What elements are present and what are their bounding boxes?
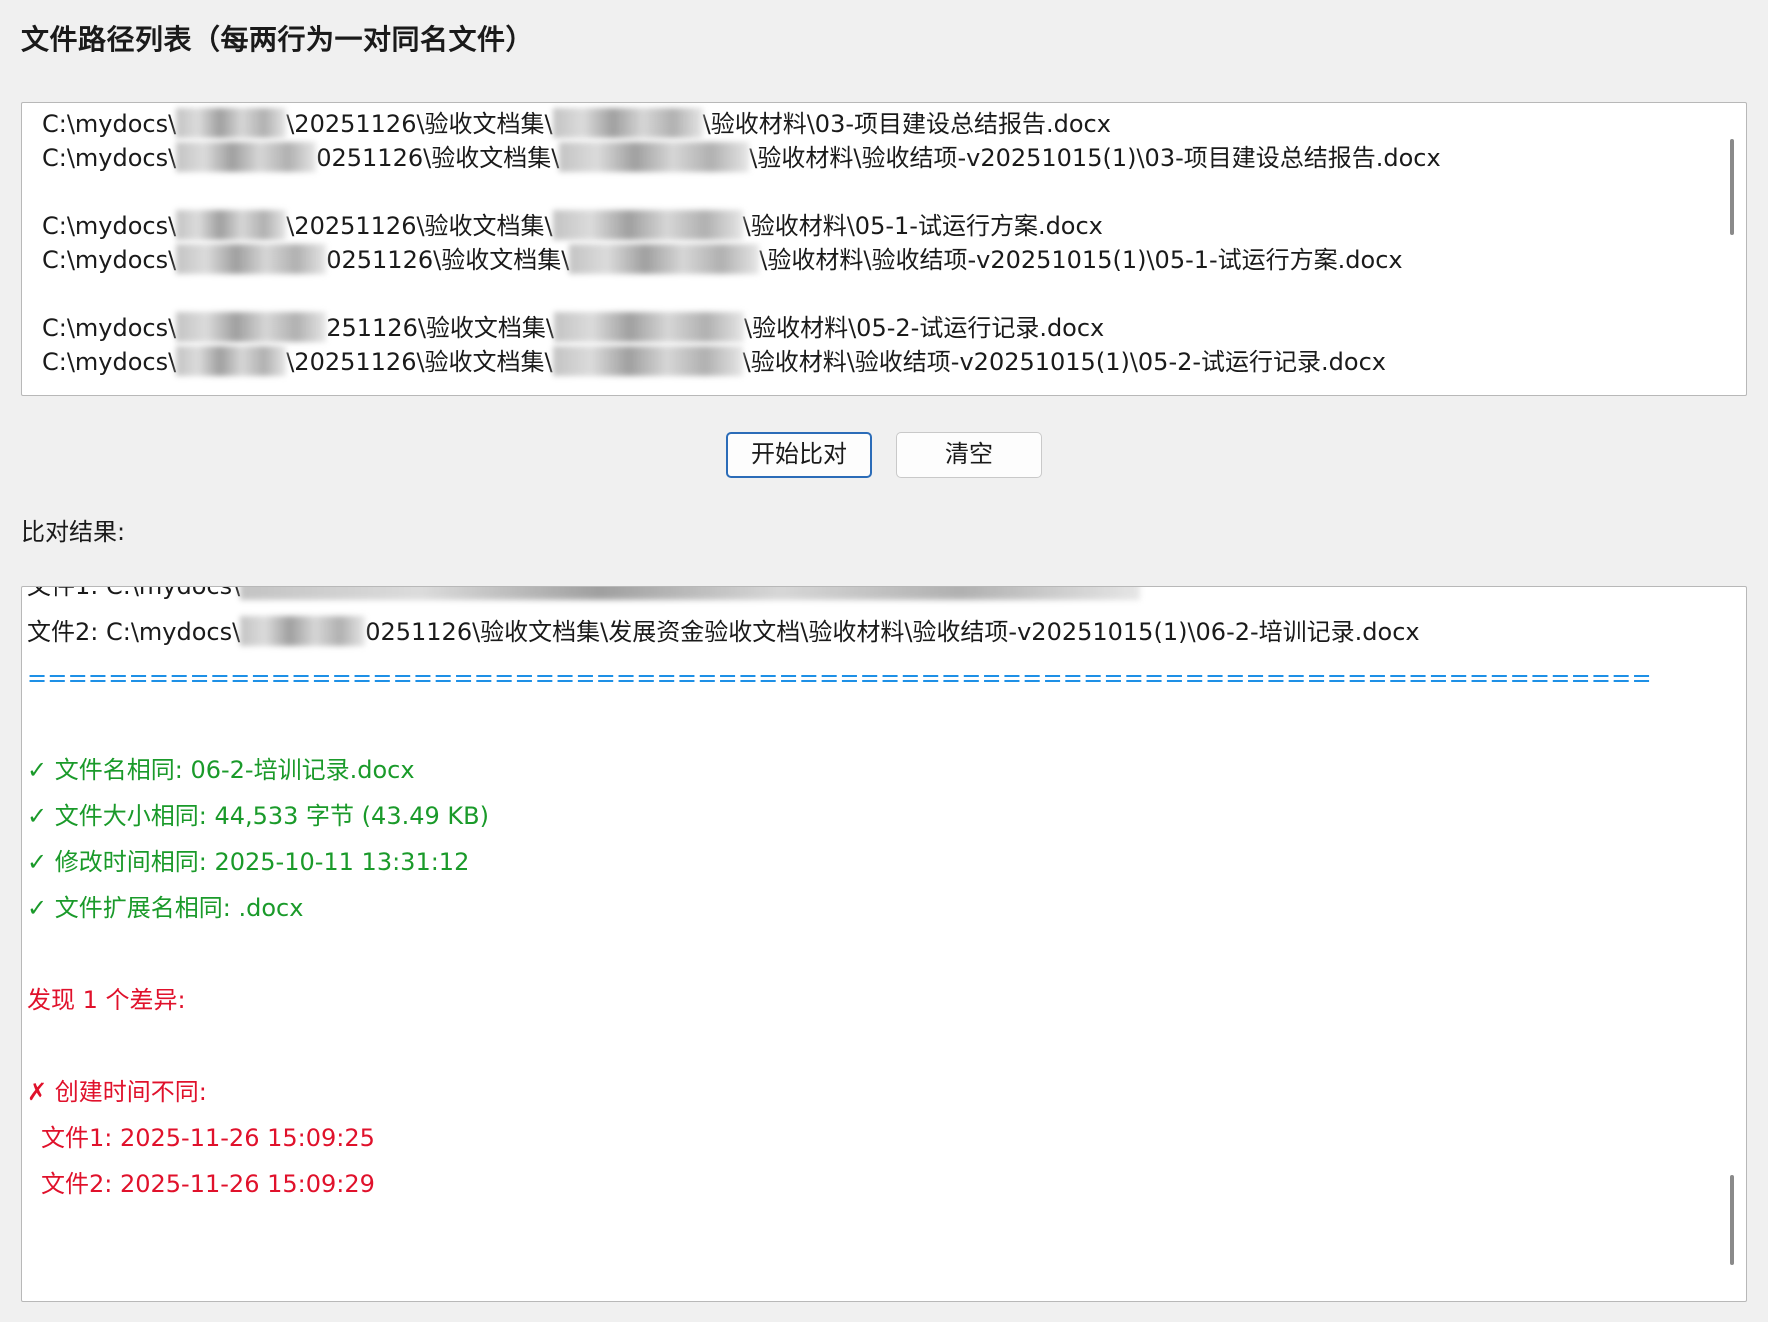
results-label: 比对结果: [21,518,126,546]
clear-button[interactable]: 清空 [896,432,1042,478]
path-line: C:\mydocs\ 0251126\验收文档集\ \验收材料\验收结项-v2025… [42,142,1441,172]
result-blank [27,701,1717,747]
path-list-title: 文件路径列表（每两行为一对同名文件） [21,23,535,56]
redacted-text [240,616,366,646]
path-list-scrollbar[interactable] [1716,103,1746,395]
result-line-file1-partial: 文件1: C:\mydocs\ [27,587,1717,609]
redacted-text [552,346,743,376]
path-line: C:\mydocs\ \20251126\验收文档集\ \验收材料\验收结项-v20… [42,346,1386,376]
scrollbar-thumb[interactable] [1730,1175,1734,1265]
redacted-text [176,244,327,274]
result-same-size: ✓ 文件大小相同: 44,533 字节 (43.49 KB) [27,802,489,830]
scrollbar-thumb[interactable] [1730,139,1734,235]
result-blank [27,931,1717,977]
path-line: C:\mydocs\ 251126\验收文档集\ \验收材料\05-2-试运行记录.… [42,312,1105,342]
redacted-text [176,346,287,376]
redacted-text [552,210,743,240]
result-same-mtime: ✓ 修改时间相同: 2025-10-11 13:31:12 [27,848,470,876]
path-line-empty [42,175,1722,209]
results-textarea[interactable]: 文件1: C:\mydocs\ 文件2: C:\mydocs\ 0251126\验… [21,586,1747,1302]
redacted-text [176,142,317,172]
redacted-text [240,587,1141,600]
redacted-text [552,108,703,138]
path-line: C:\mydocs\ \20251126\验收文档集\ \验收材料\05-1-试运行… [42,210,1103,240]
redacted-text [569,244,760,274]
path-list-content[interactable]: C:\mydocs\ \20251126\验收文档集\ \验收材料\03-项目建设总… [42,107,1722,379]
redacted-text [176,312,327,342]
result-diff-file1: 文件1: 2025-11-26 15:09:25 [41,1124,375,1152]
redacted-text [176,108,287,138]
result-blank [27,1023,1717,1069]
path-list-textarea[interactable]: C:\mydocs\ \20251126\验收文档集\ \验收材料\03-项目建设总… [21,102,1747,396]
redacted-text [554,312,745,342]
result-line-file2: 文件2: C:\mydocs\ 0251126\验收文档集\发展资金验收文档\验收… [27,616,1420,646]
path-line: C:\mydocs\ \20251126\验收文档集\ \验收材料\03-项目建设总… [42,108,1111,138]
path-line: C:\mydocs\ 0251126\验收文档集\ \验收材料\验收结项-v2025… [42,244,1403,274]
redacted-text [176,210,287,240]
result-diff-count: 发现 1 个差异: [27,986,186,1014]
result-diff-title: ✗ 创建时间不同: [27,1078,207,1106]
path-line-empty [42,277,1722,311]
result-separator: ========================================… [27,664,1652,692]
result-diff-file2: 文件2: 2025-11-26 15:09:29 [41,1170,375,1198]
redacted-text [559,142,750,172]
results-content[interactable]: 文件1: C:\mydocs\ 文件2: C:\mydocs\ 0251126\验… [27,587,1717,1207]
start-compare-button[interactable]: 开始比对 [726,432,872,478]
results-scrollbar[interactable] [1716,587,1746,1301]
result-same-name: ✓ 文件名相同: 06-2-培训记录.docx [27,756,415,784]
result-same-ext: ✓ 文件扩展名相同: .docx [27,894,304,922]
